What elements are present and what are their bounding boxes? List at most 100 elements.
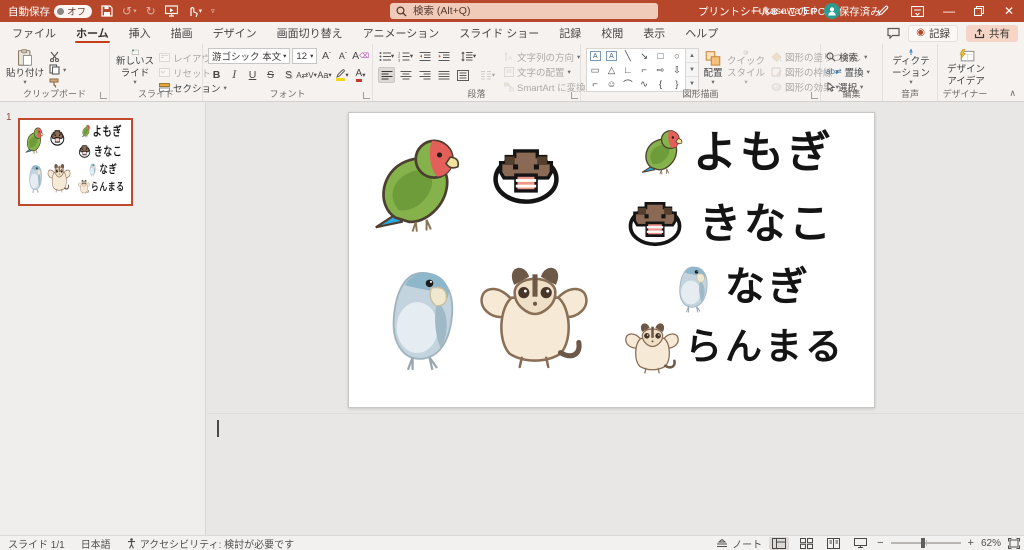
comments-icon[interactable] [887,27,900,39]
shape-rounded-rect-icon[interactable]: ▭ [591,65,600,76]
start-slideshow-icon[interactable] [165,5,178,17]
tab-animations[interactable]: アニメーション [353,22,450,44]
drawing-dialog-launcher[interactable] [811,92,818,99]
design-ideas-button[interactable]: デザイン アイデア [943,48,989,87]
shape-elbow-arrow-icon[interactable]: ⌐ [641,65,647,76]
shape-gallery[interactable]: A A ╲ ↘ □ ○ ▭ △ ∟ ⌐ ⇨ ⇩ ⌐ ☺ ⌒ ∿ { } [586,48,686,92]
new-slide-button[interactable]: 新しいスライド ▾ [115,48,155,87]
shape-elbow-icon[interactable]: ∟ [623,65,632,76]
justify-button[interactable] [435,67,452,83]
sugar-glider-small[interactable] [623,319,681,375]
user-avatar[interactable] [824,3,840,19]
sticker-name-yomogi[interactable]: よもぎ [693,131,834,175]
record-button[interactable]: ◉ 記録 [908,25,958,42]
touch-mode-icon[interactable]: ▾ [187,5,203,17]
increase-indent-button[interactable] [435,48,452,64]
distribute-text-button[interactable] [454,67,471,83]
shape-right-arrow-icon[interactable]: ⇨ [657,65,665,76]
paste-button[interactable]: 貼り付け ▾ [5,48,45,87]
slideshow-view-button[interactable] [850,537,870,550]
tab-file[interactable]: ファイル [2,22,66,44]
accessibility-status[interactable]: アクセシビリティ: 検討が必要です [127,536,294,550]
sticker-name-nagi[interactable]: なぎ [725,267,811,307]
columns-button[interactable]: ▾ [479,67,496,83]
align-right-button[interactable] [416,67,433,83]
bullets-button[interactable]: ▾ [378,48,395,64]
ribbon-display-options-icon[interactable] [900,0,934,22]
increase-font-size-button[interactable]: Aˆ [319,48,333,64]
highlight-color-button[interactable]: ▾ [334,67,351,83]
tab-help[interactable]: ヘルプ [675,22,728,44]
zoom-out-button[interactable]: − [877,537,883,549]
slide-thumbnail[interactable]: よもぎ きなこ なぎ らんまる [18,118,133,206]
tab-transitions[interactable]: 画面切り替え [267,22,353,44]
font-color-button[interactable]: A▾ [352,67,369,83]
clear-formatting-button[interactable]: A⌫ [352,48,369,64]
kinako-pixel-face[interactable] [489,143,563,205]
clipboard-dialog-launcher[interactable] [100,92,107,99]
sticker-name-ranmaru[interactable]: らんまる [685,328,845,365]
strikethrough-button[interactable]: S [262,67,279,83]
dictation-button[interactable]: ディクテーション ▾ [888,48,934,87]
language-indicator[interactable]: 日本語 [81,536,111,550]
sticker-name-kinako[interactable]: きなこ [699,203,834,245]
shape-gallery-down-button[interactable]: ▼ [686,63,698,77]
save-icon[interactable] [101,5,113,17]
lovebird-small[interactable] [637,125,689,177]
restore-button[interactable] [964,0,994,22]
bold-button[interactable]: B [208,67,225,83]
paragraph-dialog-launcher[interactable] [571,92,578,99]
editing-mode-icon[interactable] [866,0,900,22]
zoom-level[interactable]: 62% [981,538,1001,549]
search-box[interactable] [390,3,658,19]
shape-oval-icon[interactable]: ○ [674,51,680,62]
zoom-slider[interactable] [891,542,961,544]
collapse-ribbon-icon[interactable]: ∧ [1009,88,1016,99]
search-input[interactable] [413,5,652,17]
shape-arrow-icon[interactable]: ↘ [640,51,648,62]
kinako-pixel-face-small[interactable] [625,197,685,247]
shape-down-arrow-icon[interactable]: ⇩ [673,65,681,76]
tab-home[interactable]: ホーム [66,22,119,44]
parrotlet-illustration[interactable] [375,259,469,381]
reading-view-button[interactable] [823,537,843,550]
text-direction-button[interactable]: A 文字列の方向▾ [504,50,592,63]
arrange-button[interactable]: 配置 ▾ [703,48,723,87]
line-spacing-button[interactable]: ▾ [460,48,477,64]
zoom-slider-thumb[interactable] [921,538,925,548]
find-button[interactable]: 検索 [826,50,870,63]
font-name-select[interactable]: 游ゴシック 本文▾ [208,48,290,64]
customize-qat-icon[interactable]: ▿ [211,8,215,15]
minimize-button[interactable]: — [934,0,964,22]
sugar-glider-illustration[interactable] [477,259,591,371]
underline-button[interactable]: U [244,67,261,83]
fit-slide-to-window-button[interactable] [1008,538,1020,549]
tab-record[interactable]: 記録 [549,22,591,44]
textbox-vertical-icon[interactable]: A [606,51,617,61]
tab-draw[interactable]: 描画 [161,22,203,44]
lovebird-illustration[interactable] [365,129,473,237]
shape-gallery-up-button[interactable]: ▲ [686,49,698,63]
replace-button[interactable]: ab⇄ 置換▾ [826,65,870,78]
tab-slideshow[interactable]: スライド ショー [449,22,549,44]
decrease-indent-button[interactable] [416,48,433,64]
copy-button[interactable]: ▾ [49,64,66,75]
autosave-toggle[interactable]: 自動保存 オフ [8,4,92,19]
slide-indicator[interactable]: スライド 1/1 [8,536,65,550]
slide-thumbnail-panel[interactable]: 1 よもぎ きなこ なぎ らんまる [0,102,206,535]
font-size-select[interactable]: 12▾ [292,48,317,64]
quick-styles-button[interactable]: クイック スタイル ▾ [727,48,765,87]
align-left-button[interactable] [378,67,395,83]
zoom-in-button[interactable]: + [968,537,974,549]
user-name[interactable]: Fukasawa Eri [752,5,816,17]
slide-sorter-view-button[interactable] [796,537,816,550]
normal-view-button[interactable] [769,537,789,550]
decrease-font-size-button[interactable]: Aˇ [336,48,350,64]
textbox-horizontal-icon[interactable]: A [590,51,601,61]
text-shadow-button[interactable]: S [280,67,297,83]
notes-button[interactable]: ノート [716,536,762,550]
slide-canvas[interactable]: よもぎ きなこ なぎ らんまる [348,112,875,408]
shape-rectangle-icon[interactable]: □ [658,51,664,62]
numbering-button[interactable]: 123▾ [397,48,414,64]
align-text-button[interactable]: 文字の配置▾ [504,65,592,78]
